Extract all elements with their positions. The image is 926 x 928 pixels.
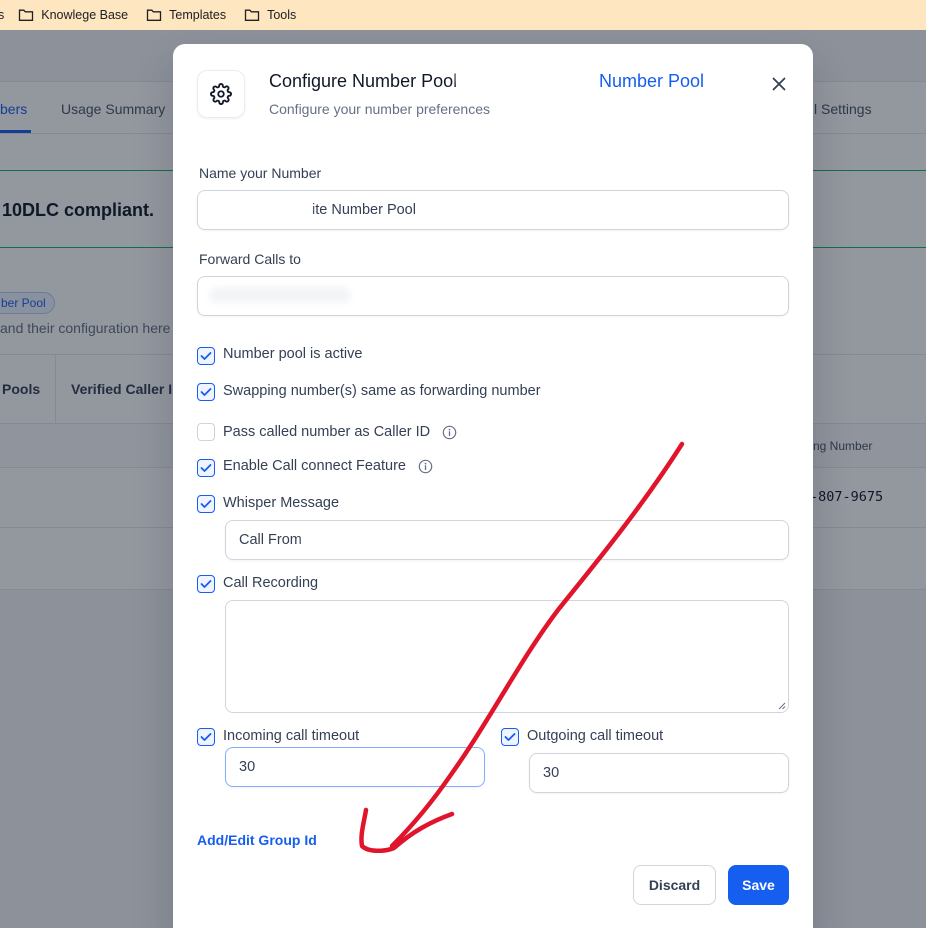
check-icon [200, 388, 212, 396]
outgoing-timeout-checkbox[interactable] [501, 728, 519, 746]
pool-active-label: Number pool is active [223, 346, 363, 362]
folder-icon [146, 9, 162, 21]
caller-id-checkbox[interactable] [197, 423, 215, 441]
incoming-timeout-label: Incoming call timeout [223, 728, 360, 744]
swapping-checkbox[interactable] [197, 383, 215, 401]
forward-calls-label: Forward Calls to [199, 251, 301, 267]
redaction-mark [207, 200, 311, 220]
resize-handle-icon[interactable] [777, 701, 786, 710]
swapping-label: Swapping number(s) same as forwarding nu… [223, 383, 541, 399]
name-label: Name your Number [199, 165, 322, 181]
close-icon [772, 77, 786, 91]
add-edit-group-id-link[interactable]: Add/Edit Group Id [197, 832, 317, 848]
check-icon [200, 500, 212, 508]
info-icon[interactable] [418, 459, 433, 474]
call-recording-label: Call Recording [223, 575, 319, 591]
bookmark-label: Knowlege Base [41, 8, 129, 22]
call-recording-textarea[interactable] [225, 600, 789, 713]
discard-button[interactable]: Discard [633, 865, 716, 905]
check-icon [200, 352, 212, 360]
bookmark-label: Templates [169, 8, 227, 22]
gear-icon [210, 83, 232, 105]
configure-number-pool-modal: Configure Number Pool Number Pool Config… [173, 44, 813, 928]
whisper-label: Whisper Message [223, 495, 340, 511]
modal-title-pool-name: Number Pool [599, 71, 705, 91]
check-icon [200, 733, 212, 741]
modal-title: Configure Number Pool [269, 71, 458, 91]
call-recording-checkbox[interactable] [197, 575, 215, 593]
outgoing-timeout-input[interactable]: 30 [529, 753, 789, 793]
modal-subtitle: Configure your number preferences [269, 101, 491, 117]
bookmark-templates[interactable]: Templates [146, 8, 226, 22]
outgoing-timeout-label: Outgoing call timeout [527, 728, 664, 744]
caller-id-label: Pass called number as Caller ID [223, 424, 431, 440]
incoming-timeout-checkbox[interactable] [197, 728, 215, 746]
bookmark-tools[interactable]: Tools [244, 8, 296, 22]
info-icon[interactable] [442, 425, 457, 440]
bookmarks-bar: s Knowlege Base Templates Tools [0, 0, 926, 30]
redaction-mark [303, 530, 353, 550]
redaction-mark [209, 287, 351, 303]
modal-icon-box [197, 70, 245, 118]
check-icon [200, 580, 212, 588]
pool-active-checkbox[interactable] [197, 347, 215, 365]
folder-icon [244, 9, 260, 21]
check-icon [200, 464, 212, 472]
close-button[interactable] [767, 72, 791, 96]
bookmark-cut[interactable]: s [0, 8, 4, 22]
whisper-checkbox[interactable] [197, 495, 215, 513]
check-icon [504, 733, 516, 741]
redaction-mark [453, 52, 551, 108]
folder-icon [19, 9, 34, 21]
call-connect-label: Enable Call connect Feature [223, 458, 406, 474]
bookmark-knowledge-base[interactable]: Knowlege Base [18, 8, 128, 22]
call-connect-checkbox[interactable] [197, 459, 215, 477]
save-button[interactable]: Save [728, 865, 789, 905]
incoming-timeout-input[interactable]: 30 [225, 747, 485, 787]
bookmark-label: Tools [267, 8, 297, 22]
bookmark-cut-label: s [0, 8, 5, 22]
